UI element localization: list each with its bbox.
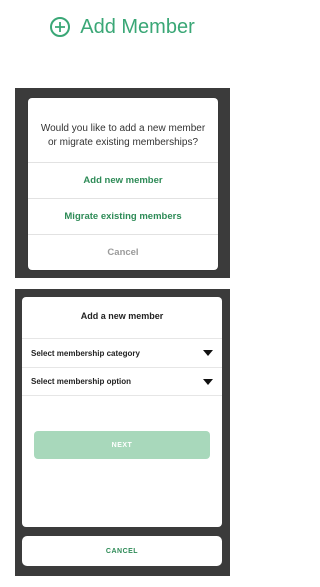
dialog-title: Add a new member [80, 311, 164, 321]
caret-down-icon [203, 378, 213, 385]
cancel-option[interactable]: Cancel [28, 234, 218, 270]
add-new-member-dialog: Add a new member Select membership categ… [22, 297, 222, 527]
next-button[interactable]: NEXT [34, 431, 210, 459]
add-member-button[interactable]: Add Member [0, 10, 245, 44]
membership-option-label: Select membership option [31, 377, 132, 386]
add-new-member-option[interactable]: Add new member [28, 162, 218, 198]
caret-down-icon [203, 350, 213, 356]
membership-category-label: Select membership category [31, 348, 140, 358]
membership-option-select[interactable]: Select membership option [22, 367, 222, 396]
add-or-migrate-dialog: Would you like to add a new member or mi… [28, 98, 218, 270]
cancel-button[interactable]: CANCEL [22, 536, 222, 566]
migrate-existing-members-option[interactable]: Migrate existing members [28, 198, 218, 234]
membership-category-select[interactable]: Select membership category [22, 338, 222, 367]
add-member-label: Add Member [80, 15, 195, 38]
plus-circle-icon [50, 17, 71, 37]
dialog-question: Would you like to add a new member or mi… [40, 123, 206, 148]
